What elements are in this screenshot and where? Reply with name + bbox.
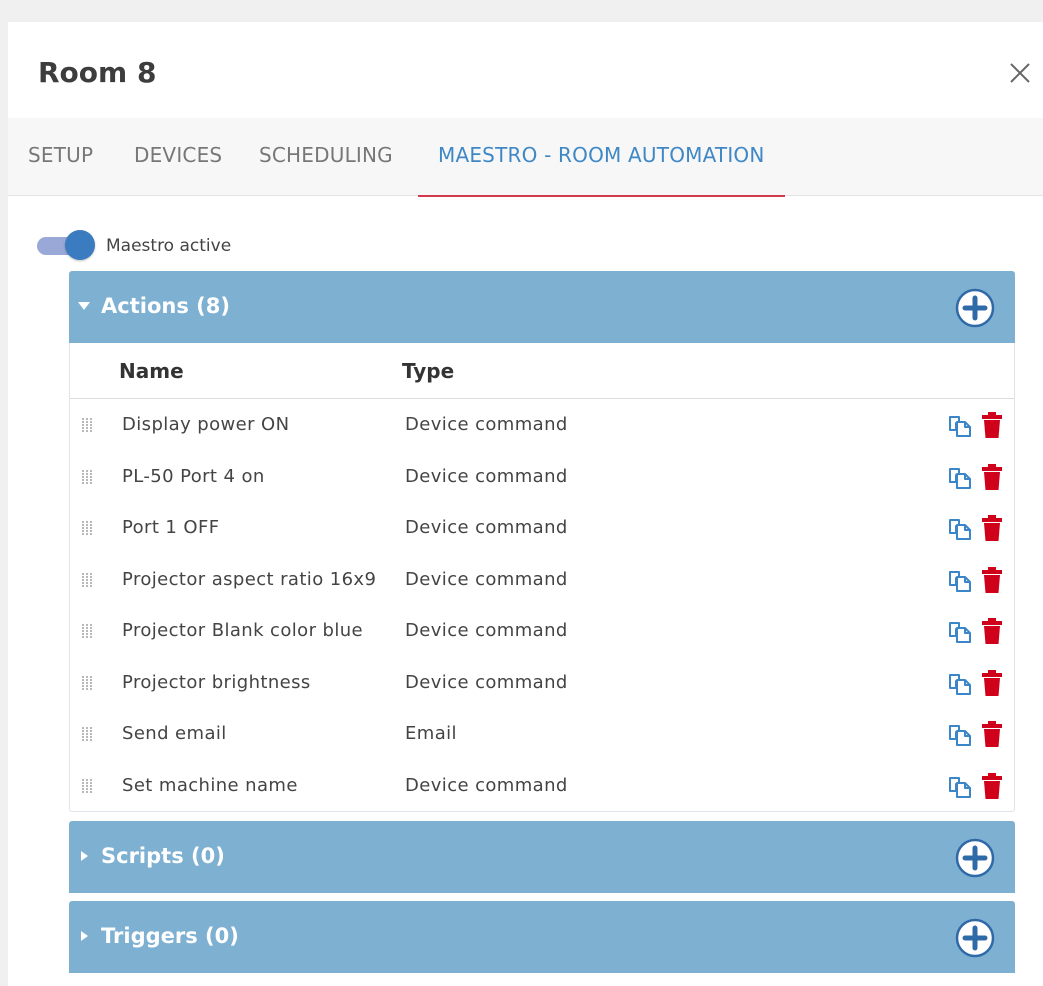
actions-table-rows: Display power ON Device command PL-50 Port… xyxy=(70,399,1014,811)
drag-handle-icon[interactable] xyxy=(82,469,94,484)
tab-scheduling[interactable]: SCHEDULING xyxy=(259,118,393,196)
actions-panel-header[interactable]: Actions (8) xyxy=(69,271,1015,343)
action-name: Set machine name xyxy=(122,774,298,796)
trash-icon[interactable] xyxy=(982,566,1002,593)
drag-handle-icon[interactable] xyxy=(82,417,94,432)
caret-right-icon xyxy=(81,851,88,861)
plus-circle-icon xyxy=(955,918,995,958)
copy-icon[interactable] xyxy=(948,413,972,437)
table-row[interactable]: Projector aspect ratio 16x9 Device comman… xyxy=(70,554,1014,606)
trash-icon[interactable] xyxy=(982,618,1002,644)
action-type: Device command xyxy=(405,774,568,796)
table-row[interactable]: Send email Email xyxy=(70,708,1014,760)
plus-circle-icon xyxy=(955,288,995,328)
caret-down-icon xyxy=(78,302,90,310)
copy-icon[interactable] xyxy=(948,568,972,592)
action-name: Port 1 OFF xyxy=(122,517,220,538)
table-row[interactable]: Projector brightness Device command xyxy=(70,657,1014,709)
drag-handle-icon[interactable] xyxy=(82,623,94,638)
dialog-title: Room 8 xyxy=(38,56,157,89)
scripts-panel: Scripts (0) xyxy=(69,821,1015,893)
trash-icon[interactable] xyxy=(982,515,1002,541)
copy-icon[interactable] xyxy=(948,465,972,489)
action-name: PL-50 Port 4 on xyxy=(122,465,265,487)
dialog-header: Room 8 xyxy=(8,22,1043,118)
trash-icon[interactable] xyxy=(982,669,1002,696)
trash-icon[interactable] xyxy=(982,721,1002,747)
column-header-name: Name xyxy=(119,359,184,383)
drag-handle-icon[interactable] xyxy=(82,520,94,535)
column-header-type: Type xyxy=(402,359,455,383)
copy-icon[interactable] xyxy=(948,671,972,695)
action-type: Device command xyxy=(405,671,568,693)
actions-panel-title: Actions (8) xyxy=(101,294,230,318)
action-name: Projector Blank color blue xyxy=(122,620,364,641)
table-row[interactable]: PL-50 Port 4 on Device command xyxy=(70,451,1014,503)
action-type: Device command xyxy=(405,414,568,435)
actions-table: Name Type Display power ON Device command… xyxy=(69,343,1015,812)
triggers-panel-header[interactable]: Triggers (0) xyxy=(69,901,1015,973)
action-name: Display power ON xyxy=(122,414,290,435)
add-action-button[interactable] xyxy=(955,288,995,328)
trash-icon[interactable] xyxy=(982,772,1002,799)
scripts-panel-header[interactable]: Scripts (0) xyxy=(69,821,1015,893)
trash-icon[interactable] xyxy=(982,412,1002,438)
copy-icon[interactable] xyxy=(948,774,972,798)
actions-panel: Actions (8) Name Type Display power ON De… xyxy=(69,271,1015,812)
add-script-button[interactable] xyxy=(955,838,995,878)
plus-circle-icon xyxy=(955,838,995,878)
scripts-panel-title: Scripts (0) xyxy=(101,844,225,868)
triggers-panel: Triggers (0) xyxy=(69,901,1015,973)
maestro-active-label: Maestro active xyxy=(106,236,232,256)
drag-handle-icon[interactable] xyxy=(82,726,94,741)
action-type: Device command xyxy=(405,465,568,487)
tab-bar: SETUP DEVICES SCHEDULING MAESTRO - ROOM … xyxy=(8,118,1043,197)
table-row[interactable]: Set machine name Device command xyxy=(70,760,1014,812)
tab-maestro-room-automation[interactable]: MAESTRO - ROOM AUTOMATION xyxy=(418,118,785,197)
action-name: Send email xyxy=(122,723,227,744)
action-name: Projector aspect ratio 16x9 xyxy=(122,568,377,590)
drag-handle-icon[interactable] xyxy=(82,778,94,793)
close-button[interactable] xyxy=(1007,60,1033,86)
copy-icon[interactable] xyxy=(948,516,972,540)
add-trigger-button[interactable] xyxy=(955,918,995,958)
action-type: Device command xyxy=(405,620,568,641)
maestro-active-toggle[interactable] xyxy=(37,230,95,260)
action-type: Device command xyxy=(405,568,568,590)
triggers-panel-title: Triggers (0) xyxy=(101,924,239,948)
toggle-knob xyxy=(65,230,95,260)
action-type: Device command xyxy=(405,517,568,538)
drag-handle-icon[interactable] xyxy=(82,675,94,690)
table-row[interactable]: Port 1 OFF Device command xyxy=(70,502,1014,554)
close-icon xyxy=(1010,63,1030,83)
trash-icon[interactable] xyxy=(982,463,1002,490)
copy-icon[interactable] xyxy=(948,619,972,643)
action-name: Projector brightness xyxy=(122,671,311,693)
table-row[interactable]: Projector Blank color blue Device command xyxy=(70,605,1014,657)
copy-icon[interactable] xyxy=(948,722,972,746)
room-dialog: Room 8 SETUP DEVICES SCHEDULING MAESTRO … xyxy=(8,22,1043,986)
drag-handle-icon[interactable] xyxy=(82,572,94,587)
table-row[interactable]: Display power ON Device command xyxy=(70,399,1014,451)
tab-setup[interactable]: SETUP xyxy=(28,118,93,196)
actions-table-header: Name Type xyxy=(70,343,1014,399)
tab-devices[interactable]: DEVICES xyxy=(134,118,222,196)
action-type: Email xyxy=(405,723,457,744)
caret-right-icon xyxy=(81,931,88,941)
